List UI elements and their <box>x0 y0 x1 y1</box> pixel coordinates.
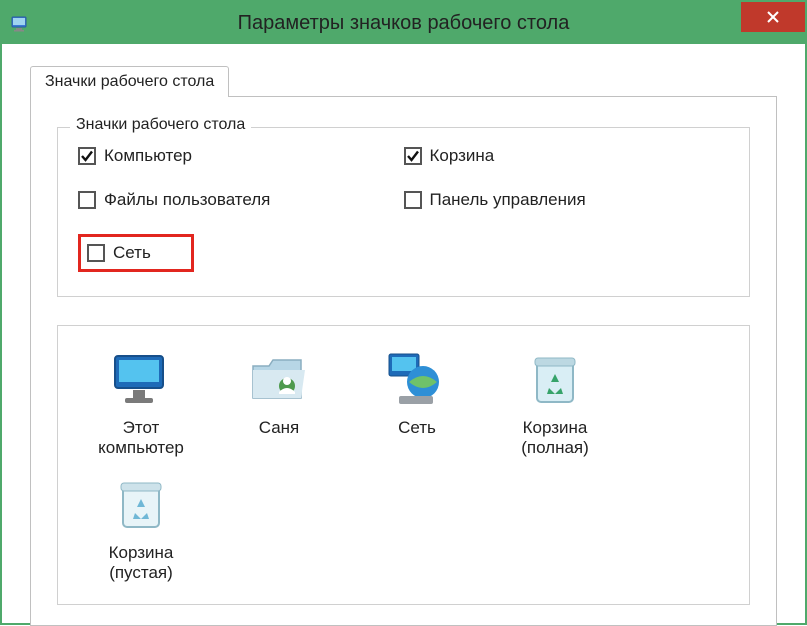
icon-label: Сеть <box>398 418 436 438</box>
checkbox-label[interactable]: Файлы пользователя <box>104 190 270 210</box>
dialog-body: Значки рабочего стола Значки рабочего ст… <box>2 44 805 626</box>
icon-label: Корзина (полная) <box>521 418 589 459</box>
recycle-full-icon <box>523 348 587 412</box>
icon-label: Этот компьютер <box>98 418 184 459</box>
check-network-wrapper: Сеть <box>78 234 404 272</box>
checkbox-cpanel[interactable] <box>404 191 422 209</box>
dialog-window: Параметры значков рабочего стола Значки … <box>0 0 807 625</box>
window-title: Параметры значков рабочего стола <box>2 12 805 35</box>
check-cpanel: Панель управления <box>404 190 730 210</box>
icon-recycle-empty[interactable]: Корзина (пустая) <box>72 469 210 594</box>
tab-panel: Значки рабочего стола Компьютер Корзина <box>30 96 777 626</box>
checkbox-grid: Компьютер Корзина Файлы пользователя <box>78 146 729 272</box>
tab-label: Значки рабочего стола <box>45 73 214 90</box>
group-legend: Значки рабочего стола <box>70 116 251 134</box>
desktop-settings-icon <box>10 13 30 33</box>
icon-label: Корзина (пустая) <box>109 543 174 584</box>
tab-strip: Значки рабочего стола <box>30 66 777 97</box>
checkbox-label[interactable]: Панель управления <box>430 190 586 210</box>
icon-label: Саня <box>259 418 300 438</box>
icon-this-pc[interactable]: Этот компьютер <box>72 344 210 469</box>
check-network-highlight: Сеть <box>78 234 194 272</box>
recycle-empty-icon <box>109 473 173 537</box>
tab-desktop-icons[interactable]: Значки рабочего стола <box>30 66 229 97</box>
checkbox-userfiles[interactable] <box>78 191 96 209</box>
icon-user-folder[interactable]: Саня <box>210 344 348 469</box>
check-recycle: Корзина <box>404 146 730 166</box>
check-userfiles: Файлы пользователя <box>78 190 404 210</box>
checkmark-icon <box>80 149 94 163</box>
checkbox-label[interactable]: Компьютер <box>104 146 192 166</box>
checkbox-label[interactable]: Сеть <box>113 243 151 263</box>
monitor-icon <box>109 348 173 412</box>
check-computer: Компьютер <box>78 146 404 166</box>
user-folder-icon <box>247 348 311 412</box>
close-icon <box>766 10 780 24</box>
checkbox-label[interactable]: Корзина <box>430 146 495 166</box>
checkbox-recycle[interactable] <box>404 147 422 165</box>
icon-preview-list[interactable]: Этот компьютер Саня <box>57 325 750 605</box>
checkbox-computer[interactable] <box>78 147 96 165</box>
close-button[interactable] <box>741 2 805 32</box>
network-icon <box>385 348 449 412</box>
titlebar: Параметры значков рабочего стола <box>2 2 805 44</box>
icon-recycle-full[interactable]: Корзина (полная) <box>486 344 624 469</box>
icon-network[interactable]: Сеть <box>348 344 486 469</box>
group-desktop-icons: Значки рабочего стола Компьютер Корзина <box>57 127 750 297</box>
checkmark-icon <box>406 149 420 163</box>
checkbox-network[interactable] <box>87 244 105 262</box>
